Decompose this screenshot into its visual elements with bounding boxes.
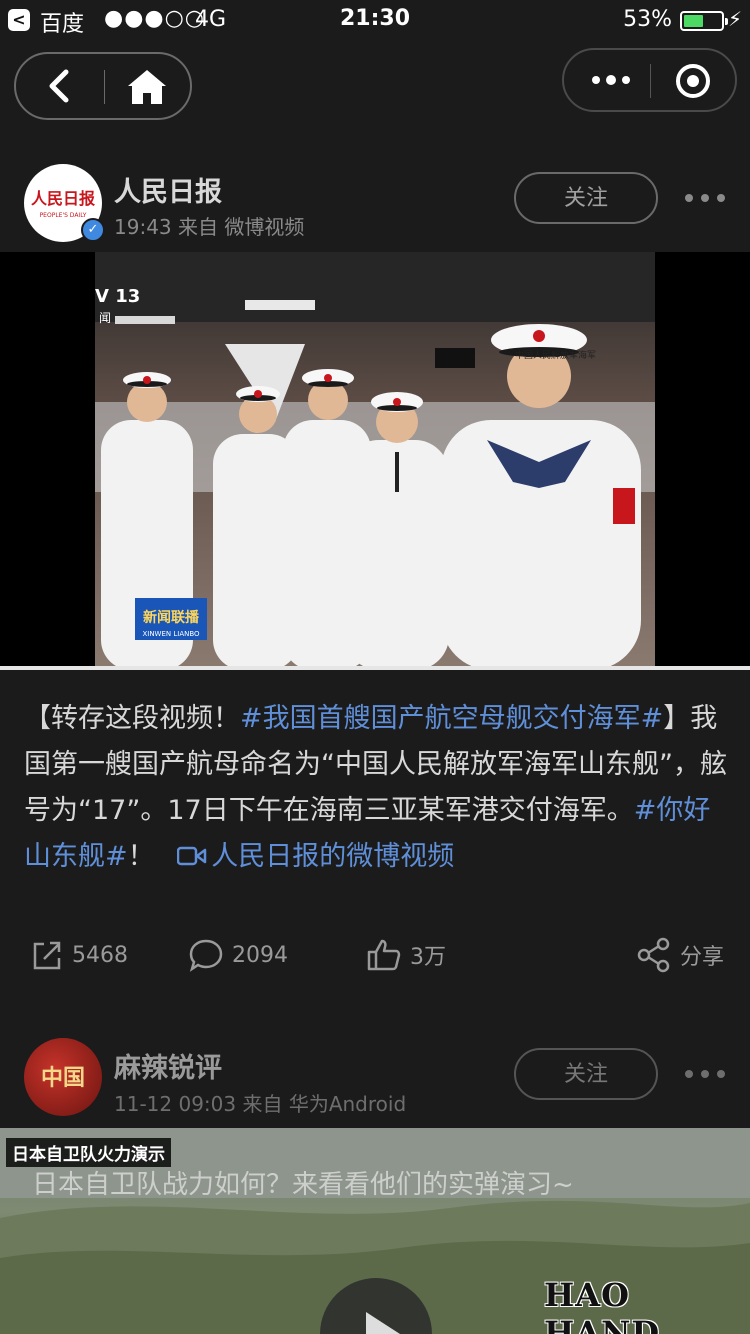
back-chevron-icon[interactable] — [38, 64, 84, 108]
video-thumbnail: 中国人民解放军海军 V 13 闻 新闻联播 XINWEN LIANBO — [95, 252, 655, 670]
post-text-part: 【转存这段视频！ — [24, 703, 240, 734]
charging-icon: ⚡ — [727, 7, 742, 31]
verified-badge-icon: ✓ — [81, 218, 105, 242]
avatar-image: 中国 — [41, 1065, 85, 1091]
svg-text:人民日报: 人民日报 — [31, 189, 95, 208]
share-button[interactable]: 分享 — [636, 930, 724, 980]
svg-text:闻: 闻 — [99, 311, 111, 325]
username[interactable]: 人民日报 — [114, 170, 222, 209]
capsule-divider — [650, 64, 651, 98]
post-meta: 11-12 09:03 来自 华为Android — [114, 1092, 407, 1116]
like-count: 3万 — [410, 945, 446, 970]
video-caption: 日本自卫队战力如何？来看看他们的实弹演习~ — [32, 1170, 574, 1200]
follow-button[interactable]: 关注 — [514, 1048, 658, 1100]
svg-text:中国: 中国 — [41, 1065, 85, 1091]
more-options-icon[interactable] — [684, 191, 726, 205]
battery-percent: 53% — [623, 7, 672, 32]
video-frame: 中国人民解放军海军 V 13 闻 新闻联播 XINWEN LIANBO — [95, 252, 655, 670]
topic-link[interactable]: #我国首艘国产航空母舰交付海军# — [240, 703, 663, 734]
username[interactable]: 麻辣锐评 — [114, 1046, 222, 1085]
svg-text:PEOPLE'S DAILY: PEOPLE'S DAILY — [40, 212, 87, 219]
svg-text:中国人民解放军海军: 中国人民解放军海军 — [515, 349, 596, 361]
capsule-divider — [104, 70, 105, 104]
home-icon[interactable] — [124, 66, 170, 108]
svg-text:新闻联播: 新闻联播 — [143, 609, 200, 626]
video-tag: 日本自卫队火力演示 — [6, 1138, 171, 1167]
post-meta: 19:43 来自 微博视频 — [114, 215, 305, 239]
post-text-part: ！ — [127, 841, 164, 872]
nav-capsule-right — [562, 48, 737, 112]
thumbs-up-icon — [367, 939, 401, 971]
repost-count: 5468 — [72, 942, 128, 968]
video-camera-icon — [176, 846, 207, 866]
target-icon[interactable] — [674, 62, 712, 100]
svg-text:V 13: V 13 — [95, 286, 140, 307]
video-source-link[interactable]: 人民日报的微博视频 — [163, 841, 454, 872]
battery-fill — [684, 15, 703, 27]
repost-button[interactable]: 5468 — [30, 930, 128, 980]
video-progress-bar — [0, 666, 750, 670]
post-text: 【转存这段视频！#我国首艘国产航空母舰交付海军#】我国第一艘国产航母命名为“中国… — [24, 696, 730, 880]
more-options-icon[interactable] — [684, 1067, 726, 1081]
action-bar: 5468 2094 3万 分享 — [0, 930, 750, 980]
repost-icon — [33, 941, 61, 970]
avatar[interactable]: 中国 — [24, 1038, 102, 1116]
nav-capsule-left — [14, 52, 192, 120]
video-player[interactable]: 中国人民解放军海军 V 13 闻 新闻联播 XINWEN LIANBO — [0, 252, 750, 670]
video-source-label: 人民日报的微博视频 — [211, 841, 455, 872]
share-icon — [637, 937, 670, 973]
follow-button[interactable]: 关注 — [514, 172, 658, 224]
more-icon[interactable] — [586, 62, 636, 98]
share-label: 分享 — [680, 945, 725, 970]
comment-icon — [189, 939, 223, 972]
comment-button[interactable]: 2094 — [188, 930, 288, 980]
status-bar: < 百度 ●●●○○ 4G 21:30 53% ⚡ — [0, 0, 750, 40]
battery-icon — [680, 11, 728, 31]
like-button[interactable]: 3万 — [366, 930, 446, 980]
comment-count: 2094 — [232, 942, 288, 968]
svg-text:XINWEN LIANBO: XINWEN LIANBO — [142, 630, 200, 638]
play-button-icon[interactable] — [320, 1278, 432, 1334]
watermark: HAO HAND — [544, 1276, 661, 1334]
